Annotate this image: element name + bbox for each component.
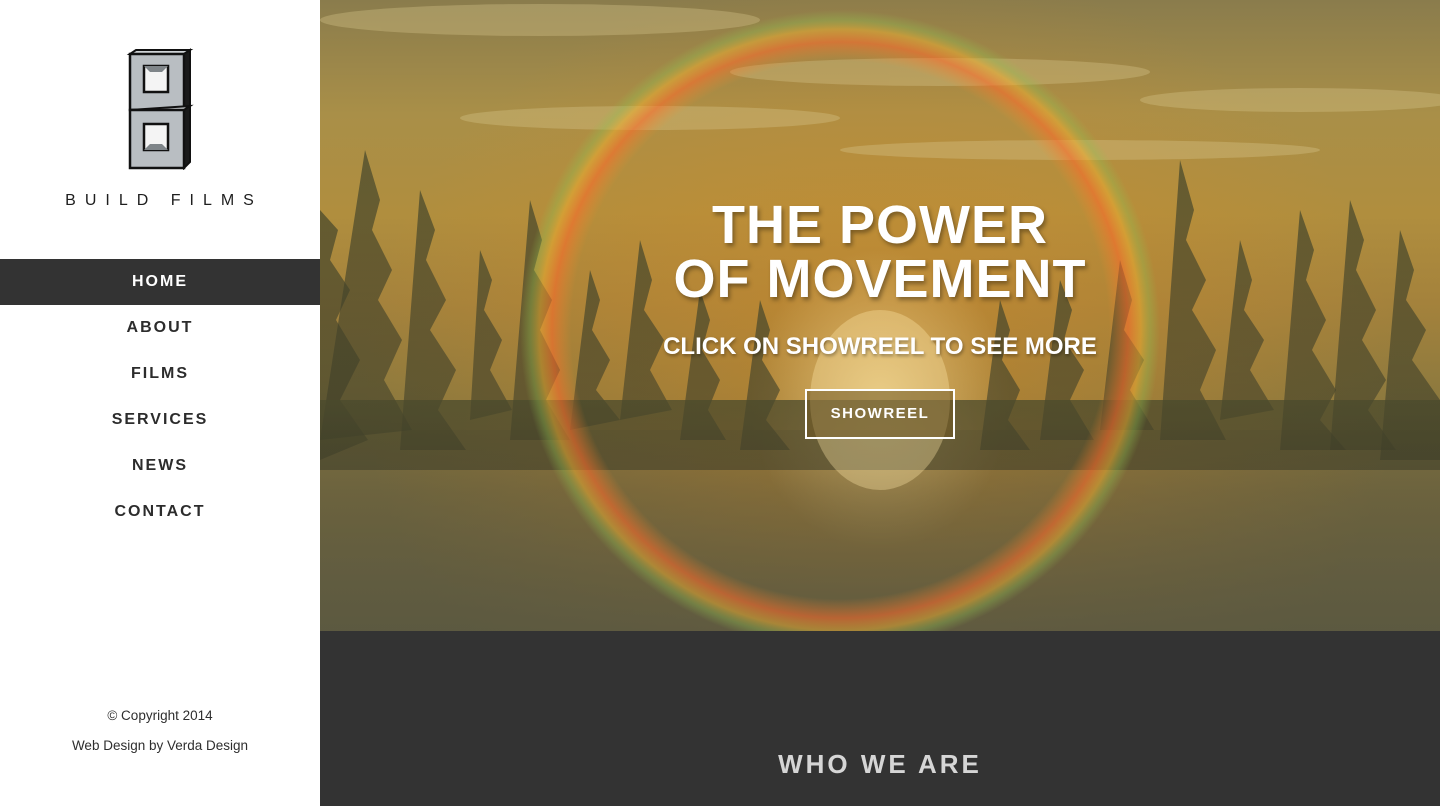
hero-subtitle: CLICK ON SHOWREEL TO SEE MORE (663, 333, 1097, 360)
stacked-cubes-logo-icon (126, 48, 194, 170)
hero-title-line-2: OF MOVEMENT (673, 249, 1087, 309)
sunset-forest-background (320, 4, 1440, 631)
nav-item-films[interactable]: FILMS (0, 351, 320, 397)
who-we-are-section: WHO WE ARE (320, 631, 1440, 806)
hero-title-line-1: THE POWER (711, 195, 1048, 255)
nav-item-home[interactable]: HOME (0, 259, 320, 305)
copyright-text: © Copyright 2014 (107, 708, 213, 723)
nav-item-news[interactable]: NEWS (0, 443, 320, 489)
main-nav: HOME ABOUT FILMS SERVICES NEWS CONTACT (0, 259, 320, 535)
brand-name: BUILD FILMS (65, 192, 263, 209)
page: BUILD FILMS HOME ABOUT FILMS SERVICES NE… (0, 0, 1440, 806)
nav-item-about[interactable]: ABOUT (0, 305, 320, 351)
hero-section: THE POWER OF MOVEMENT CLICK ON SHOWREEL … (320, 0, 1440, 631)
nav-item-services[interactable]: SERVICES (0, 397, 320, 443)
sidebar: BUILD FILMS HOME ABOUT FILMS SERVICES NE… (0, 0, 320, 806)
logo[interactable]: BUILD FILMS (0, 0, 320, 240)
who-we-are-heading: WHO WE ARE (778, 749, 982, 779)
hero-title: THE POWER OF MOVEMENT (320, 198, 1440, 306)
showreel-button[interactable]: SHOWREEL (805, 389, 955, 439)
web-design-credit-link[interactable]: Web Design by Verda Design (0, 737, 320, 755)
nav-item-contact[interactable]: CONTACT (0, 489, 320, 535)
